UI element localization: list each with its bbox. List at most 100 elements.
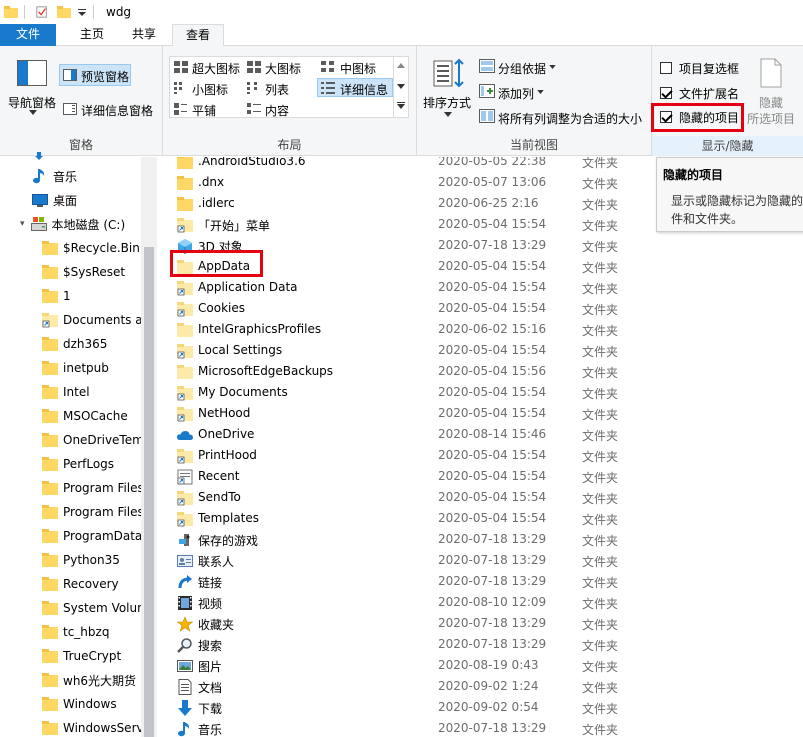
nav-item[interactable]: Program Files	[42, 477, 144, 499]
file-extensions-checkbox[interactable]	[660, 87, 672, 99]
file-date-modified: 2020-05-04 15:54	[438, 259, 547, 273]
nav-item[interactable]: Windows	[42, 693, 117, 715]
list-button[interactable]: 列表	[265, 81, 289, 98]
nav-item-label: PerfLogs	[63, 457, 115, 471]
nav-item[interactable]: 桌面	[32, 189, 77, 211]
nav-item[interactable]: 音乐	[32, 165, 77, 187]
extra-large-icons-button[interactable]: 超大图标	[192, 60, 240, 77]
properties-icon[interactable]	[35, 6, 49, 18]
file-row[interactable]: 收藏夹 2020-07-18 13:29 文件夹	[160, 613, 803, 634]
file-type: 文件夹	[582, 240, 619, 254]
nav-item[interactable]: Intel	[42, 381, 90, 403]
item-checkboxes-label[interactable]: 项目复选框	[679, 60, 739, 77]
file-row[interactable]: 文档 2020-09-02 1:24 文件夹	[160, 676, 803, 697]
file-name: 链接	[198, 576, 223, 590]
file-row[interactable]: 保存的游戏 2020-07-18 13:29 文件夹	[160, 529, 803, 550]
file-row[interactable]: Application Data 2020-05-04 15:54 文件夹	[160, 277, 803, 298]
nav-item[interactable]: ▾ 本地磁盘 (C:)	[20, 213, 125, 235]
nav-item[interactable]: WindowsServ	[42, 717, 144, 737]
nav-item[interactable]: wh6光大期货	[42, 669, 136, 691]
nav-pane-scrollbar[interactable]	[141, 157, 157, 737]
file-row[interactable]: 下载 2020-09-02 0:54 文件夹	[160, 697, 803, 718]
nav-item[interactable]: PerfLogs	[42, 453, 114, 475]
nav-item[interactable]: OneDriveTem	[42, 429, 144, 451]
file-row[interactable]: 搜索 2020-07-18 13:29 文件夹	[160, 634, 803, 655]
file-row[interactable]: Cookies 2020-05-04 15:54 文件夹	[160, 298, 803, 319]
preview-pane-button[interactable]: 预览窗格	[81, 68, 129, 85]
nav-item[interactable]: dzh365	[42, 333, 107, 355]
sort-by-button[interactable]: 排序方式	[423, 94, 471, 111]
content-view-button[interactable]: 内容	[265, 102, 289, 119]
file-date-modified: 2020-06-25 2:16	[438, 196, 539, 210]
new-folder-icon[interactable]	[57, 6, 71, 18]
file-extensions-label[interactable]: 文件扩展名	[679, 85, 739, 102]
nav-item[interactable]: System Volun	[42, 597, 145, 619]
nav-item[interactable]: ProgramData	[42, 525, 142, 547]
layout-gallery-scroller[interactable]	[393, 57, 408, 117]
file-row[interactable]: OneDrive 2020-08-14 15:46 文件夹	[160, 424, 803, 445]
file-row[interactable]: 视频 2020-08-10 12:09 文件夹	[160, 592, 803, 613]
medium-icons-button[interactable]: 中图标	[340, 60, 376, 77]
file-name: .AndroidStudio3.6	[198, 157, 306, 168]
nav-item[interactable]: tc_hbzq	[42, 621, 109, 643]
chevron-down-icon[interactable]	[397, 84, 405, 89]
file-row[interactable]: SendTo 2020-05-04 15:54 文件夹	[160, 487, 803, 508]
tab-file[interactable]: 文件	[0, 24, 57, 46]
nav-item[interactable]: Python35	[42, 549, 120, 571]
details-view-button[interactable]: 详细信息	[340, 81, 388, 98]
chevron-down-icon[interactable]	[537, 90, 544, 94]
file-row[interactable]: Recent 2020-05-04 15:54 文件夹	[160, 466, 803, 487]
file-row[interactable]: IntelGraphicsProfiles 2020-06-02 15:16 文件夹	[160, 319, 803, 340]
nav-item[interactable]: MSOCache	[42, 405, 128, 427]
tiles-button[interactable]: 平铺	[192, 102, 216, 119]
small-icons-button[interactable]: 小图标	[192, 81, 228, 98]
file-row[interactable]: 图片 2020-08-19 0:43 文件夹	[160, 655, 803, 676]
file-row[interactable]: My Documents 2020-05-04 15:54 文件夹	[160, 382, 803, 403]
tab-share[interactable]: 共享	[118, 24, 170, 46]
chevron-down-icon[interactable]	[549, 65, 556, 69]
hide-selected-button-line1[interactable]: 隐藏	[759, 94, 783, 111]
nav-item[interactable]: inetpub	[42, 357, 109, 379]
nav-item[interactable]: TrueCrypt	[42, 645, 121, 667]
group-by-button[interactable]: 分组依据	[498, 60, 546, 77]
tab-home[interactable]: 主页	[56, 24, 118, 46]
chevron-down-icon[interactable]	[29, 110, 37, 115]
nav-item[interactable]: $SysReset	[42, 261, 125, 283]
file-type: 文件夹	[582, 471, 619, 485]
nav-item[interactable]: Program Files	[42, 501, 144, 523]
file-row[interactable]: MicrosoftEdgeBackups 2020-05-04 15:56 文件夹	[160, 361, 803, 382]
item-checkboxes-checkbox[interactable]	[660, 62, 672, 74]
nav-item[interactable]: Recovery	[42, 573, 119, 595]
chevron-down-icon[interactable]	[444, 112, 452, 117]
file-date-modified: 2020-08-19 0:43	[438, 658, 539, 672]
size-columns-button[interactable]: 将所有列调整为合适的大小	[498, 110, 642, 127]
file-row[interactable]: Local Settings 2020-05-04 15:54 文件夹	[160, 340, 803, 361]
file-row[interactable]: 音乐 2020-07-18 13:29 文件夹	[160, 718, 803, 737]
nav-item[interactable]: 1	[42, 285, 71, 307]
chevron-down-icon[interactable]: ▾	[20, 219, 25, 229]
large-icons-button[interactable]: 大图标	[265, 60, 301, 77]
file-row[interactable]: PrintHood 2020-05-04 15:54 文件夹	[160, 445, 803, 466]
more-icon[interactable]	[397, 102, 405, 109]
file-date-modified: 2020-05-05 22:38	[438, 157, 547, 168]
scrollbar-thumb[interactable]	[144, 247, 154, 737]
nav-item-label: Program Files	[63, 505, 144, 519]
file-row[interactable]: 链接 2020-07-18 13:29 文件夹	[160, 571, 803, 592]
file-row[interactable]: NetHood 2020-05-04 15:54 文件夹	[160, 403, 803, 424]
chevron-down-icon[interactable]	[35, 152, 43, 160]
chevron-up-icon[interactable]	[397, 63, 405, 68]
nav-pane-button[interactable]: 导航窗格	[8, 94, 56, 111]
customize-quick-access-icon[interactable]	[77, 6, 87, 18]
nav-item[interactable]: Documents ar	[42, 309, 148, 331]
details-pane-button[interactable]: 详细信息窗格	[81, 102, 153, 119]
folder-icon	[42, 696, 58, 712]
file-row[interactable]: 联系人 2020-07-18 13:29 文件夹	[160, 550, 803, 571]
tab-view[interactable]: 查看	[172, 24, 225, 46]
file-name: 视频	[198, 597, 223, 611]
hide-selected-button-line2[interactable]: 所选项目	[747, 110, 795, 127]
hidden-items-tooltip: 隐藏的项目 显示或隐藏标记为隐藏的 件和文件夹。	[656, 157, 803, 232]
file-row[interactable]: Templates 2020-05-04 15:54 文件夹	[160, 508, 803, 529]
nav-item[interactable]: $Recycle.Bin	[42, 237, 140, 259]
folder-icon	[42, 480, 58, 496]
add-columns-button[interactable]: 添加列	[498, 85, 534, 102]
